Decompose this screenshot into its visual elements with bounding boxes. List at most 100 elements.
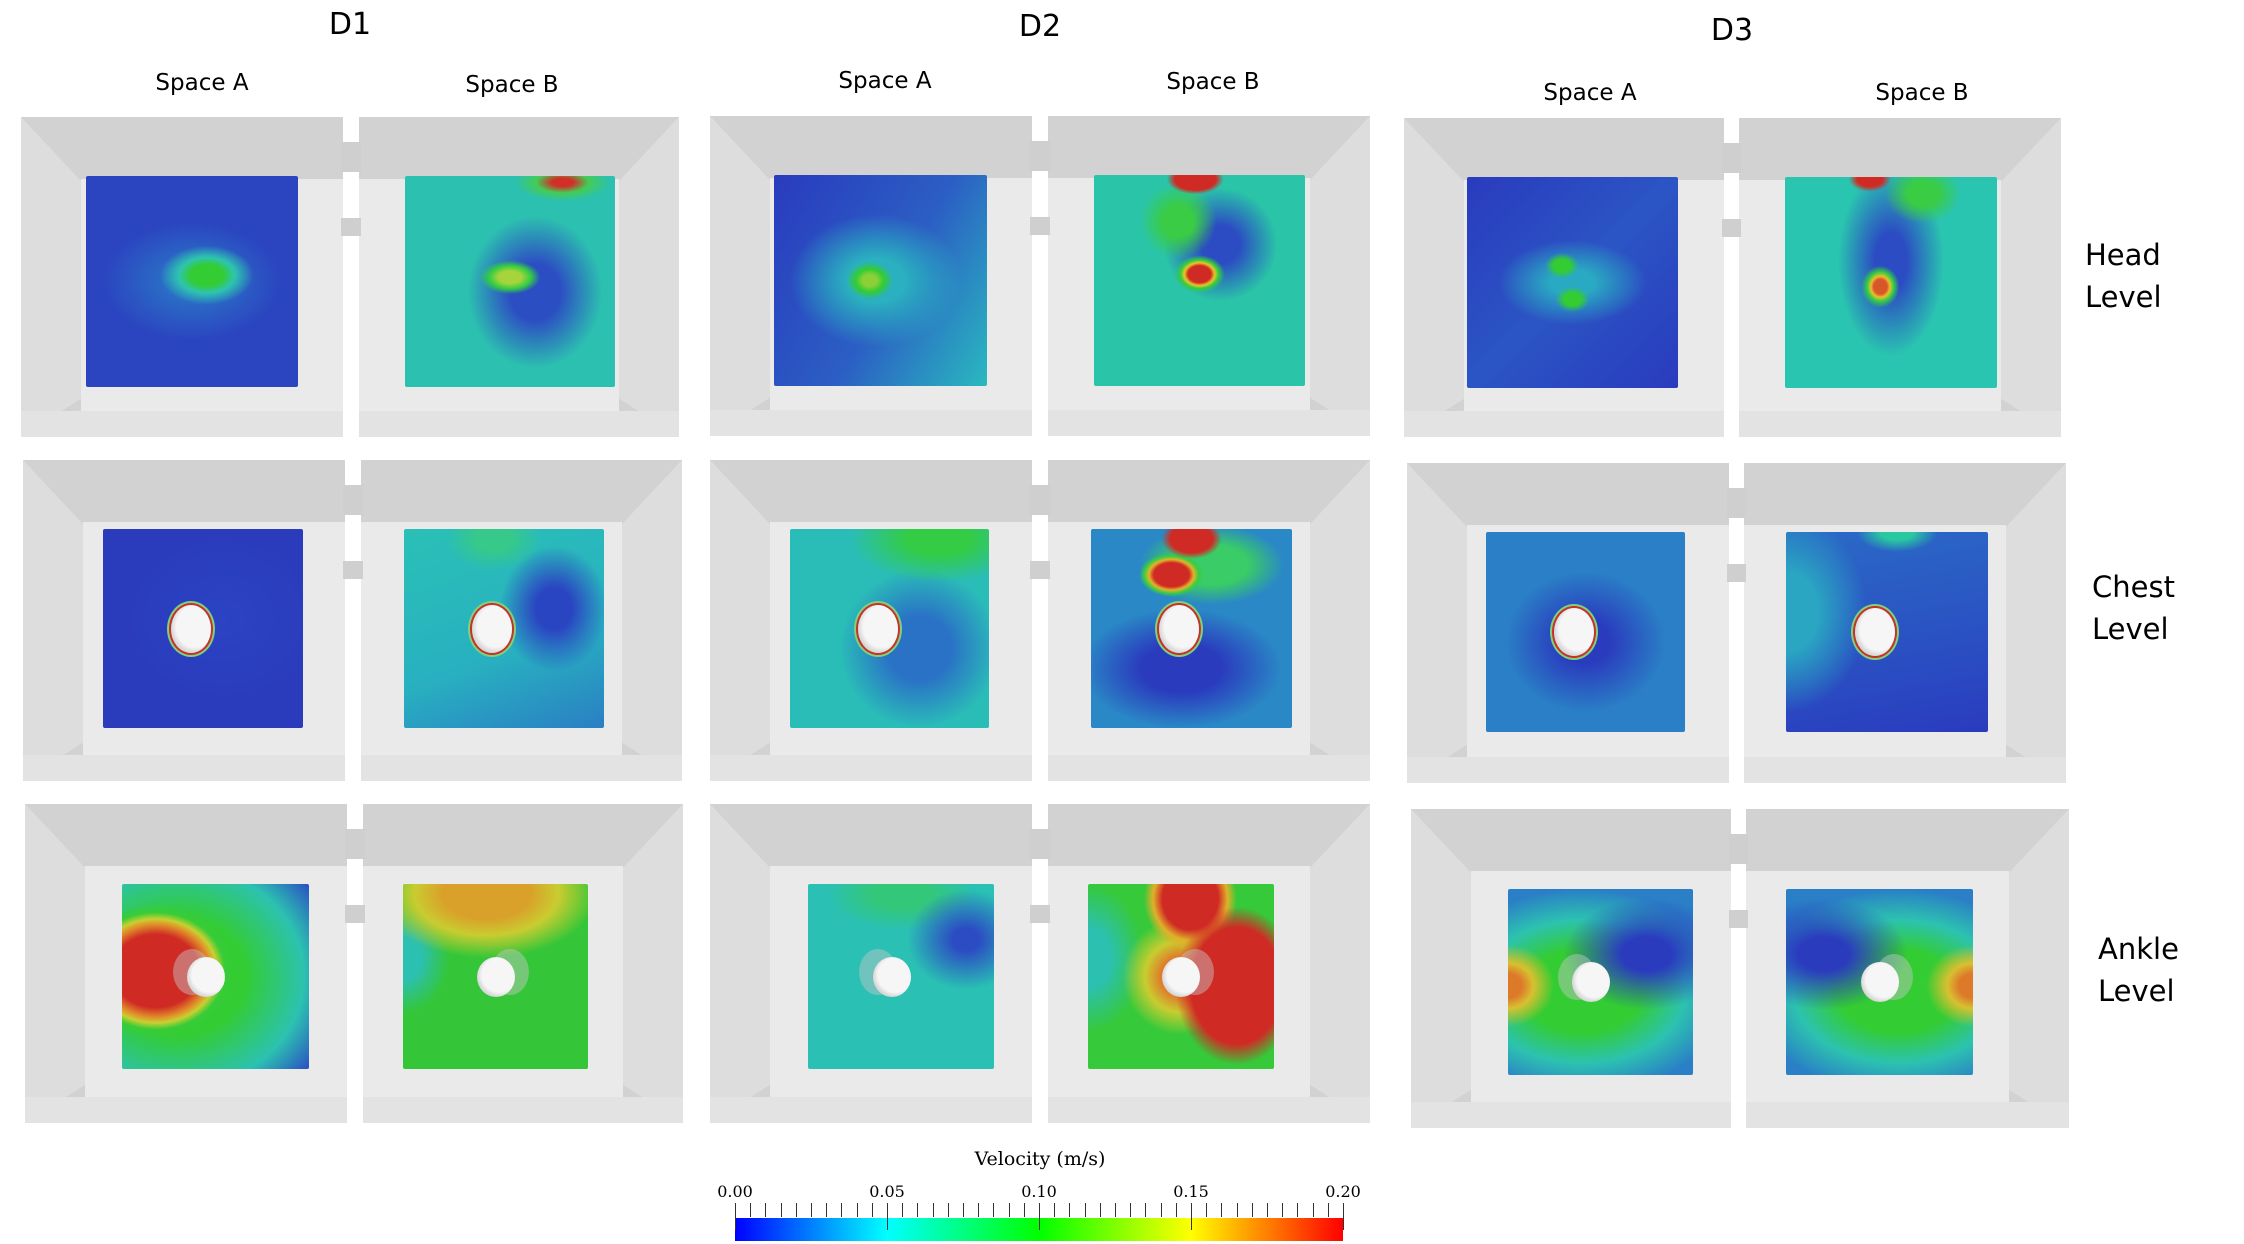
colorbar-minor-tick [826,1203,828,1217]
d3-ankle-door-upper [1729,834,1748,864]
colorbar-minor-tick [902,1203,904,1217]
d3-ankle-space-a-room-bottom-wall [1411,1102,1731,1128]
d2-chest-space-a-velocity-heatmap [790,529,989,728]
column-title-d3: D3 [1710,13,1754,48]
d3-head-space-b-room-side-wall [2001,118,2061,437]
d2-head-door-upper [1030,141,1050,171]
d2-ankle-space-a-room-bottom-wall [710,1097,1032,1123]
d3-ankle-space-b-room-bottom-wall [1746,1102,2069,1128]
colorbar-minor-tick [811,1203,812,1217]
d2-ankle-space-b-room-side-wall [1310,804,1370,1123]
colorbar-major-tick [1191,1203,1192,1230]
colorbar-minor-tick [1327,1203,1329,1217]
d1-chest-space-b-velocity-heatmap [404,529,604,728]
d2-ankle-space-a-room-side-wall [710,804,770,1123]
colorbar-minor-tick [765,1203,767,1217]
d3-chest-space-b-velocity-heatmap [1786,532,1988,732]
d1-ankle-space-b-velocity-heatmap [403,884,588,1069]
d3-chest-partition-gap [1729,503,1744,783]
colorbar-minor-tick [871,1203,873,1217]
d2-ankle-door-upper [1030,829,1050,859]
d2-head-partition-gap [1032,156,1048,436]
d2-chest-space-b-velocity-heatmap [1091,529,1292,728]
d1-head-door-upper [341,142,361,172]
d3-ankle-door-lower [1729,910,1748,928]
column-title-d2: D2 [1018,9,1062,44]
d2-ankle-space-b-room-bottom-wall [1048,1097,1370,1123]
colorbar-minor-tick [1221,1203,1223,1217]
d3-chest-door-upper [1727,488,1746,518]
d2-head-space-b-room-bottom-wall [1048,410,1370,436]
d1-ankle-partition-gap [347,844,363,1123]
colorbar-minor-tick [1145,1203,1147,1217]
colorbar-label-0: 0.00 [717,1182,753,1201]
d1-head-space-a-room-bottom-wall [21,411,343,437]
d1-head-space-b-room-side-wall [619,117,679,437]
d1-head-space-b-velocity-heatmap [405,176,615,387]
d1-ankle-space-b-room-side-wall [623,804,683,1123]
d2-ankle-door-lower [1030,905,1050,923]
colorbar-minor-tick [932,1203,934,1217]
d3-space-b-label: Space B [1875,80,1969,106]
colorbar-minor-tick [1297,1203,1299,1217]
d2-chest-space-a-room-side-wall [710,460,770,781]
d3-chest-space-b-occupant [1854,608,1895,656]
colorbar-major-tick [887,1203,888,1230]
d2-chest-space-a-room-bottom-wall [710,755,1032,781]
d3-chest-space-a-room-side-wall [1407,463,1467,783]
colorbar-minor-tick [1312,1203,1314,1217]
row-label-head-line1: Head [2085,238,2161,272]
d1-chest-space-a-velocity-heatmap [103,529,303,728]
d1-chest-door-lower [343,561,363,579]
colorbar-label-3: 0.15 [1173,1182,1209,1201]
colorbar-minor-tick [917,1203,919,1217]
row-label-chest: Chest Level [2092,566,2175,650]
colorbar-major-tick [735,1203,736,1230]
d1-head-space-a-velocity-heatmap [86,176,298,387]
colorbar-minor-tick [750,1203,752,1217]
colorbar-minor-tick [1099,1203,1101,1217]
d2-head-space-a-velocity-heatmap [774,175,987,386]
colorbar-minor-tick [780,1203,782,1217]
d3-chest-space-a-velocity-heatmap [1486,532,1685,732]
d1-chest-space-b-occupant [472,604,512,653]
d3-head-space-a-room-bottom-wall [1404,411,1724,437]
d3-head-space-b-room-bottom-wall [1739,411,2061,437]
row-label-ankle-line2: Level [2098,974,2175,1008]
colorbar-minor-tick [1282,1203,1284,1217]
row-label-ankle-line1: Ankle [2098,932,2179,966]
d2-chest-space-b-room-side-wall [1310,460,1370,781]
d3-head-door-upper [1722,143,1741,173]
row-label-ankle: Ankle Level [2098,928,2179,1012]
d1-head-space-a-room-side-wall [21,117,81,437]
d2-space-b-label: Space B [1166,69,1260,95]
colorbar-minor-tick [947,1203,949,1217]
d3-ankle-space-a-occupant [1572,962,1611,1002]
d3-chest-space-a-room-bottom-wall [1407,757,1729,783]
d3-ankle-space-a-room-side-wall [1411,809,1471,1128]
d1-space-b-label: Space B [465,72,559,98]
d1-space-a-label: Space A [155,70,249,96]
colorbar-label-1: 0.05 [869,1182,905,1201]
d2-head-space-a-room-bottom-wall [710,410,1032,436]
d2-head-space-b-velocity-heatmap [1094,175,1305,386]
d1-chest-space-a-room-bottom-wall [23,755,345,781]
colorbar-minor-tick [1251,1203,1253,1217]
d2-chest-door-upper [1030,485,1050,515]
d3-head-partition-gap [1724,158,1739,437]
d3-head-space-b-velocity-heatmap [1785,177,1997,388]
d1-head-partition-gap [343,157,359,437]
d1-ankle-space-a-room-side-wall [25,804,85,1123]
colorbar-minor-tick [1069,1203,1071,1217]
colorbar-minor-tick [856,1203,858,1217]
d1-ankle-door-upper [345,829,365,859]
d2-ankle-space-a-velocity-heatmap [808,884,994,1069]
colorbar-minor-tick [1084,1203,1086,1217]
d2-ankle-space-a-occupant [872,956,911,997]
d2-chest-space-a-occupant [857,604,898,653]
d1-ankle-space-a-occupant [187,956,226,997]
d1-chest-space-b-room-side-wall [622,460,682,781]
colorbar-minor-tick [978,1203,980,1217]
d2-ankle-space-b-velocity-heatmap [1088,884,1274,1069]
d3-head-space-a-room-side-wall [1404,118,1464,437]
